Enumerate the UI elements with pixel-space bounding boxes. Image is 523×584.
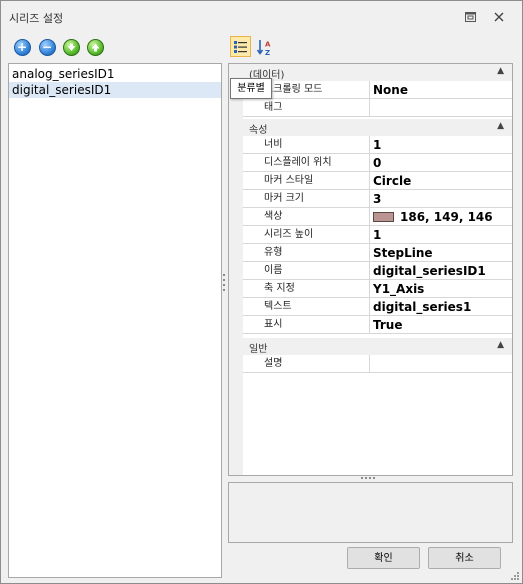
property-name: 시리즈 높이 — [243, 226, 370, 244]
property-row[interactable]: 색상 186, 149, 146 — [243, 208, 512, 226]
tooltip: 분류별 — [230, 78, 272, 99]
window-title: 시리즈 설정 — [9, 12, 64, 25]
property-row[interactable]: 디스플레이 위치 0 — [243, 154, 512, 172]
cancel-button[interactable]: 취소 — [428, 547, 501, 569]
add-icon[interactable]: + — [13, 38, 31, 56]
property-row[interactable]: 유형 StepLine — [243, 244, 512, 262]
property-value[interactable]: StepLine — [370, 244, 512, 262]
property-row[interactable]: 스크롤링 모드 None — [243, 81, 512, 99]
property-name: 이름 — [243, 262, 370, 280]
property-name: 설명 — [243, 355, 370, 373]
property-name: 유형 — [243, 244, 370, 262]
property-row[interactable]: 텍스트 digital_series1 — [243, 298, 512, 316]
collapse-icon[interactable]: ▲ — [497, 121, 504, 131]
property-row[interactable]: 축 지정 Y1_Axis — [243, 280, 512, 298]
category-label: 일반 — [249, 344, 268, 355]
property-value[interactable]: Circle — [370, 172, 512, 190]
property-value[interactable] — [370, 99, 512, 117]
property-name: 디스플레이 위치 — [243, 154, 370, 172]
collapse-icon[interactable]: ▲ — [497, 340, 504, 350]
list-item[interactable]: digital_seriesID1 — [9, 82, 221, 98]
resize-grip-icon[interactable] — [509, 570, 519, 580]
property-row[interactable]: 표시 True — [243, 316, 512, 334]
property-name: 마커 스타일 — [243, 172, 370, 190]
property-row[interactable]: 이름 digital_seriesID1 — [243, 262, 512, 280]
category-properties[interactable]: 속성 ▲ — [229, 119, 512, 136]
property-value[interactable]: Y1_Axis — [370, 280, 512, 298]
category-general[interactable]: 일반 ▲ — [229, 338, 512, 355]
property-row[interactable]: 시리즈 높이 1 — [243, 226, 512, 244]
property-name: 축 지정 — [243, 280, 370, 298]
svg-text:A: A — [265, 40, 271, 48]
category-label: 속성 — [249, 125, 268, 136]
categorized-icon[interactable] — [230, 36, 251, 57]
property-value[interactable] — [370, 355, 512, 373]
property-value[interactable]: None — [370, 81, 512, 99]
title-bar: 시리즈 설정 — [1, 1, 522, 33]
color-swatch — [373, 211, 394, 222]
property-value[interactable]: digital_seriesID1 — [370, 262, 512, 280]
color-value: 186, 149, 146 — [400, 210, 493, 224]
remove-icon[interactable]: − — [38, 38, 56, 56]
restore-icon[interactable] — [462, 9, 478, 25]
vertical-splitter[interactable] — [221, 271, 227, 301]
property-name: 마커 크기 — [243, 190, 370, 208]
series-settings-dialog: 시리즈 설정 + − AZ analog_seriesID1 digital_s… — [0, 0, 523, 584]
property-value[interactable]: 3 — [370, 190, 512, 208]
property-value[interactable]: digital_series1 — [370, 298, 512, 316]
ok-button[interactable]: 확인 — [347, 547, 420, 569]
description-panel — [228, 482, 513, 543]
property-value-color[interactable]: 186, 149, 146 — [370, 208, 512, 226]
move-down-icon[interactable] — [62, 38, 80, 56]
sort-alphabetical-icon[interactable]: AZ — [256, 38, 274, 56]
collapse-icon[interactable]: ▲ — [497, 66, 504, 76]
property-grid: (데이터) ▲ 스크롤링 모드 None 태그 속성 ▲ 너비 1 디스플레이 … — [228, 63, 513, 476]
property-name: 표시 — [243, 316, 370, 334]
horizontal-splitter[interactable] — [361, 477, 377, 480]
property-name: 색상 — [243, 208, 370, 226]
property-row[interactable]: 마커 크기 3 — [243, 190, 512, 208]
property-row[interactable]: 너비 1 — [243, 136, 512, 154]
property-value[interactable]: 1 — [370, 136, 512, 154]
move-up-icon[interactable] — [86, 38, 104, 56]
property-row[interactable]: 마커 스타일 Circle — [243, 172, 512, 190]
property-value[interactable]: 0 — [370, 154, 512, 172]
close-icon[interactable] — [491, 9, 507, 25]
property-value[interactable]: 1 — [370, 226, 512, 244]
property-value[interactable]: True — [370, 316, 512, 334]
property-name: 태그 — [243, 99, 370, 117]
series-list[interactable]: analog_seriesID1 digital_seriesID1 — [8, 63, 222, 578]
list-item[interactable]: analog_seriesID1 — [9, 66, 221, 82]
property-row[interactable]: 태그 — [243, 99, 512, 117]
property-name: 텍스트 — [243, 298, 370, 316]
property-name: 너비 — [243, 136, 370, 154]
svg-text:Z: Z — [265, 49, 270, 56]
property-row[interactable]: 설명 — [243, 355, 512, 373]
